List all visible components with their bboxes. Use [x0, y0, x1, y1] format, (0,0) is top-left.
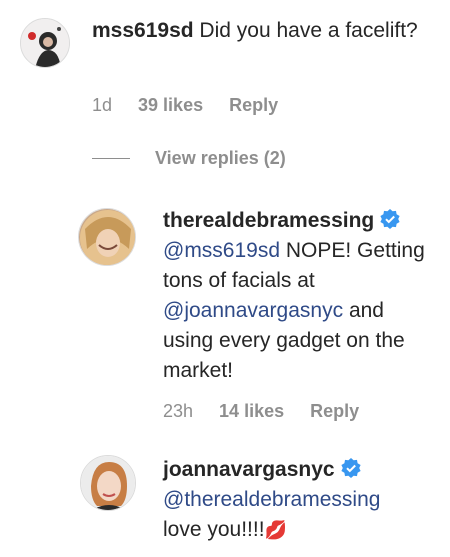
view-replies-button[interactable]: View replies (2): [92, 148, 286, 169]
verified-badge-icon: [340, 457, 361, 478]
avatar[interactable]: [80, 455, 136, 511]
kiss-emoji-icon: 💋: [264, 520, 287, 540]
avatar[interactable]: [20, 18, 70, 68]
comment-mss619sd: mss619sd Did you have a facelift? 1d 39 …: [0, 0, 450, 130]
mention-link[interactable]: @joannavargasnyc: [163, 299, 343, 322]
mention-link[interactable]: @mss619sd: [163, 239, 280, 262]
reply-button[interactable]: Reply: [229, 95, 278, 116]
username[interactable]: joannavargasnyc: [163, 458, 335, 481]
username[interactable]: therealdebramessing: [163, 209, 374, 232]
avatar[interactable]: [78, 208, 136, 266]
avatar-image: [21, 19, 69, 67]
username[interactable]: mss619sd: [92, 19, 194, 42]
comment-therealdebramessing: therealdebramessing @mss619sd NOPE! Gett…: [0, 200, 450, 440]
timestamp[interactable]: 23h: [163, 401, 193, 422]
avatar-image: [81, 456, 135, 510]
view-replies-label: View replies (2): [155, 148, 286, 168]
avatar-image: [79, 209, 135, 265]
comment-body: mss619sd Did you have a facelift?: [92, 16, 422, 46]
comment-body: therealdebramessing @mss619sd NOPE! Gett…: [163, 206, 433, 386]
comment-meta: 23h 14 likes Reply: [163, 401, 385, 422]
likes-count[interactable]: 14 likes: [219, 401, 284, 422]
divider-line: [92, 158, 130, 159]
comment-body: joannavargasnyc @therealdebramessing lov…: [163, 455, 433, 545]
verified-badge-icon: [380, 208, 400, 229]
reply-button[interactable]: Reply: [310, 401, 359, 422]
comment-text: love you!!!!: [163, 518, 265, 541]
comment-joannavargasnyc: joannavargasnyc @therealdebramessing lov…: [0, 450, 450, 557]
likes-count[interactable]: 39 likes: [138, 95, 203, 116]
mention-link[interactable]: @therealdebramessing: [163, 488, 380, 511]
comment-text: Did you have a facelift?: [199, 19, 418, 42]
timestamp[interactable]: 1d: [92, 95, 112, 116]
comment-meta: 1d 39 likes Reply: [92, 95, 304, 116]
